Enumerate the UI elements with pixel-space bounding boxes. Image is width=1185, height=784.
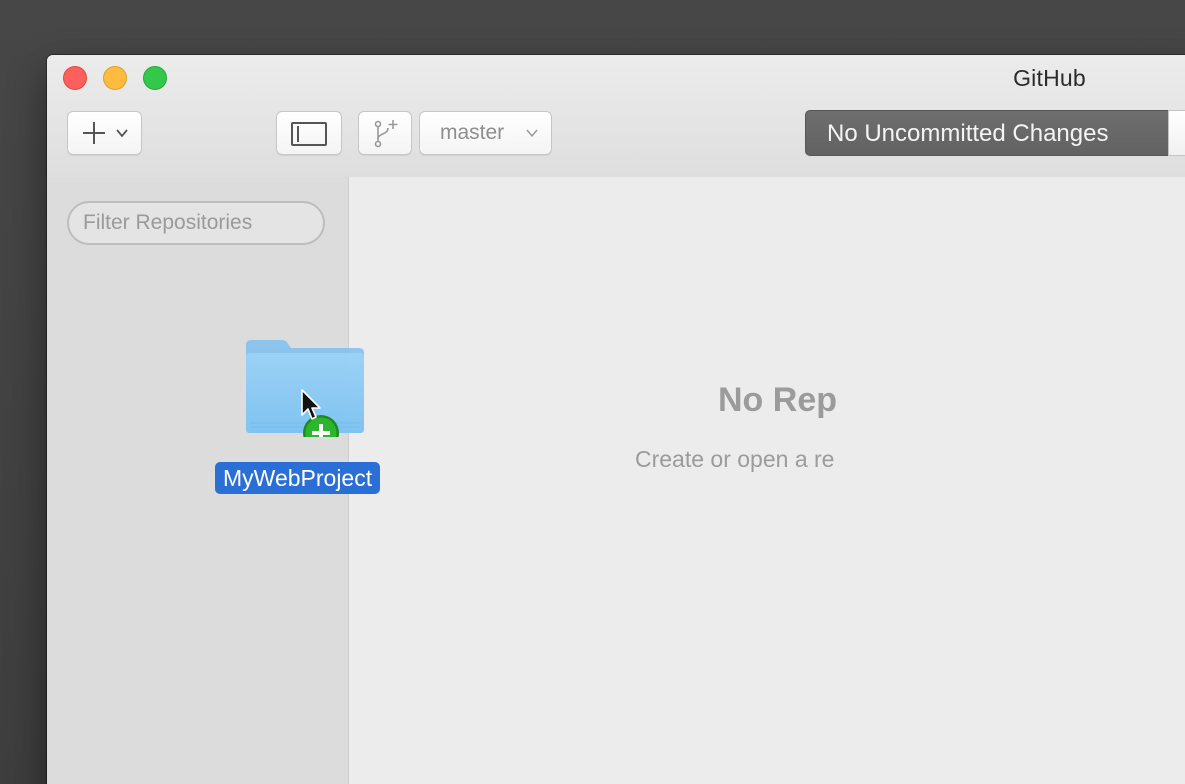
plus-icon [83, 122, 105, 144]
branch-selector[interactable]: master [419, 111, 552, 155]
window-title: GitHub [1013, 65, 1086, 91]
minimize-window-button[interactable] [103, 66, 127, 90]
dragged-folder-name: MyWebProject [215, 462, 381, 494]
chevron-down-icon [526, 129, 538, 138]
new-branch-icon [374, 120, 398, 148]
new-branch-button[interactable] [358, 111, 412, 155]
desktop: GitHub master No Uncommitted Changes Fil… [0, 0, 1185, 784]
sidebar-icon [291, 122, 327, 146]
filter-repositories-input[interactable] [67, 201, 325, 245]
branch-name: master [440, 121, 505, 144]
mouse-cursor-icon [301, 389, 321, 420]
toggle-sidebar-button[interactable] [276, 111, 342, 155]
folder-icon[interactable] [244, 337, 366, 437]
add-repository-button[interactable] [67, 111, 142, 155]
github-window: GitHub master No Uncommitted Changes Fil… [47, 55, 1185, 784]
main-content [349, 177, 1185, 784]
chevron-down-icon [116, 129, 128, 138]
zoom-window-button[interactable] [143, 66, 167, 90]
uncommitted-changes-segment[interactable]: No Uncommitted Changes [805, 110, 1169, 156]
status-label: No Uncommitted Changes [827, 120, 1109, 147]
empty-state-title: No Rep [718, 381, 837, 419]
titlebar-toolbar: GitHub master No Uncommitted Changes [47, 55, 1185, 178]
history-segment[interactable] [1168, 110, 1185, 156]
empty-state-subtitle: Create or open a re [635, 446, 835, 472]
close-window-button[interactable] [63, 66, 87, 90]
